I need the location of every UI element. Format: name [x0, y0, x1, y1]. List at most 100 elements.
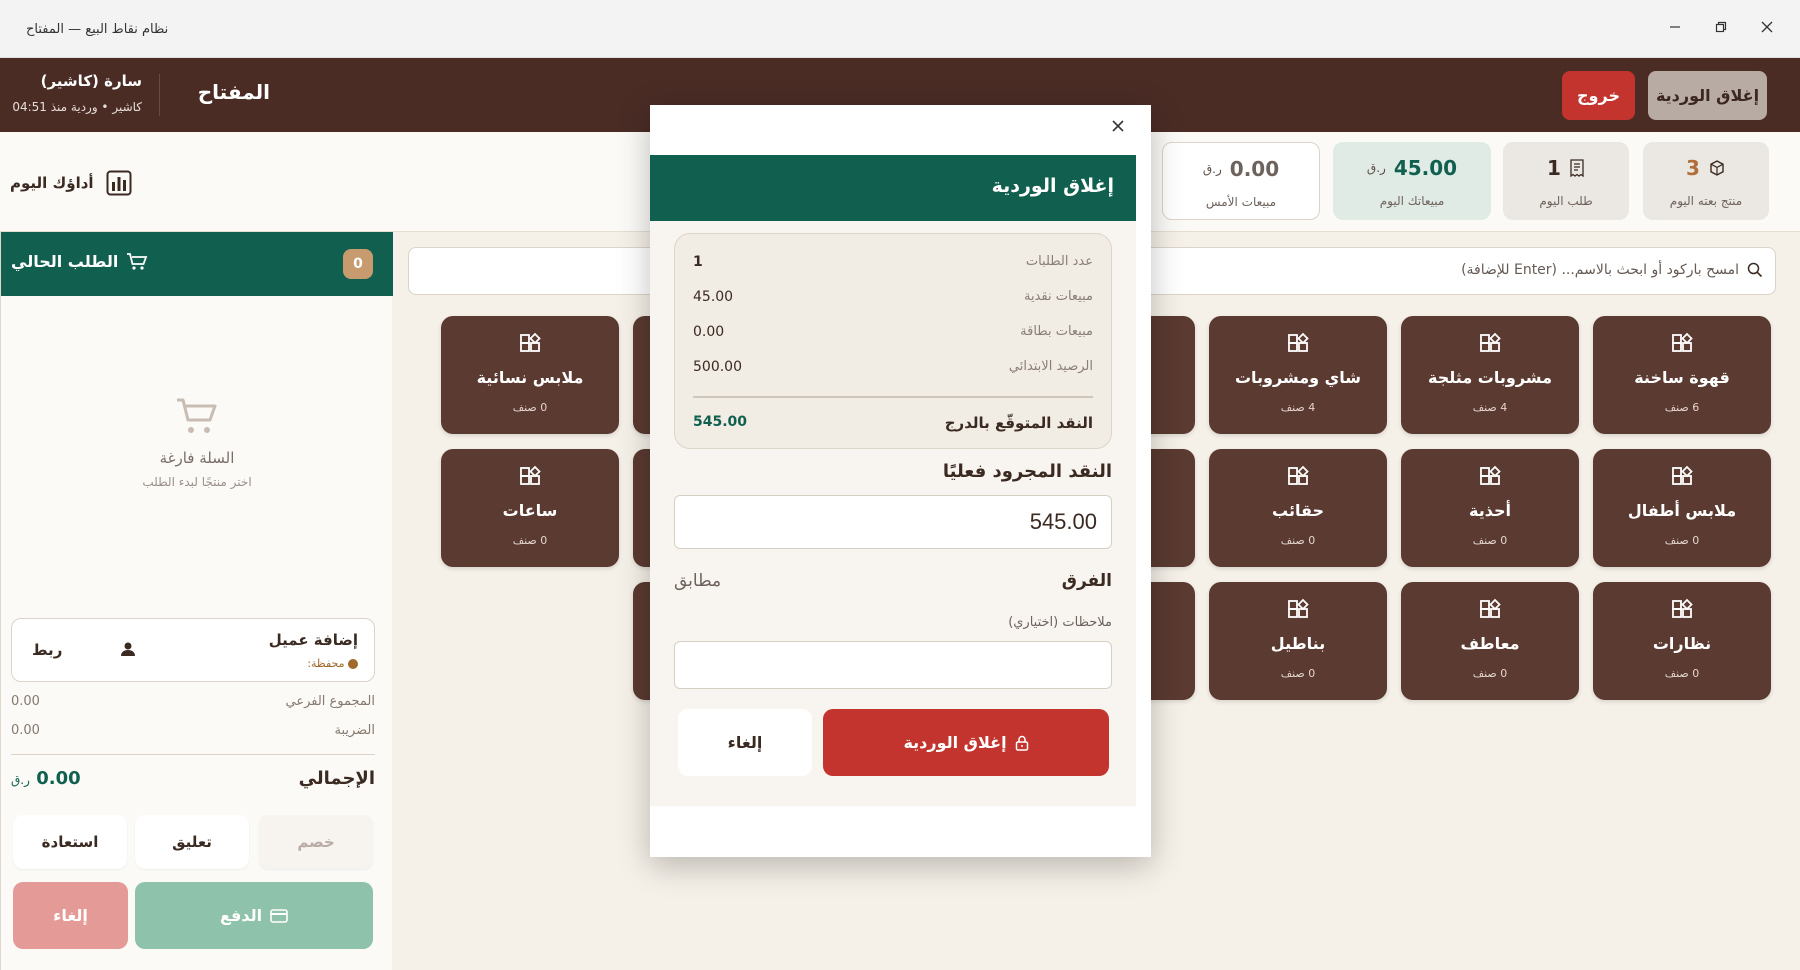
category-tile[interactable]: ملابس أطفال 0 صنف — [1593, 449, 1771, 567]
total-row: الإجمالي 0.00 ر.ق — [11, 768, 375, 789]
grid-icon — [1286, 598, 1310, 622]
stat-orders-today: 1 طلب اليوم — [1503, 142, 1629, 220]
order-panel: 0 الطلب الحالي السلة فارغة اختر منتجًا ل… — [0, 232, 393, 970]
currency-unit: ر.ق — [1366, 161, 1386, 175]
grid-icon — [1286, 332, 1310, 356]
category-count: 0 صنف — [512, 401, 548, 414]
close-shift-button[interactable]: إغلاق الوردية — [1648, 71, 1767, 120]
category-name: شاي ومشروبات — [1234, 368, 1362, 387]
category-name: ساعات — [502, 501, 558, 520]
grid-icon — [1670, 465, 1694, 489]
category-name: حقائب — [1272, 501, 1324, 520]
confirm-close-shift-button[interactable]: إغلاق الوردية — [823, 709, 1109, 776]
stat-sales-yesterday-label: مبيعات الأمس — [1205, 195, 1277, 209]
category-count: 0 صنف — [1280, 667, 1316, 680]
discount-button[interactable]: خصم — [259, 815, 373, 869]
category-tile[interactable]: أحذية 0 صنف — [1401, 449, 1579, 567]
header-divider — [159, 74, 160, 116]
category-tile[interactable]: قهوة ساخنة 6 صنف — [1593, 316, 1771, 434]
user-shift-meta: كاشير • وردية منذ 04:51 — [12, 100, 142, 114]
difference-row: الفرق مطابق — [674, 571, 1112, 591]
notes-input[interactable] — [674, 641, 1112, 689]
summary-opening-label: الرصيد الابتدائي — [1008, 359, 1093, 374]
grid-icon — [1478, 332, 1502, 356]
stat-sales-yesterday-value: 0.00 — [1229, 157, 1280, 181]
logout-button[interactable]: خروج — [1562, 71, 1635, 120]
category-count: 0 صنف — [1472, 534, 1508, 547]
lock-icon — [1015, 735, 1029, 751]
wallet-label: محفظة: — [212, 657, 358, 670]
category-count: 6 صنف — [1664, 401, 1700, 414]
notes-label: ملاحظات (اختياري) — [1008, 615, 1112, 630]
dialog-body: عدد الطلبات 1 مبيعات نقدية 45.00 مبيعات … — [650, 221, 1136, 806]
minimize-icon[interactable] — [1662, 14, 1688, 40]
dialog-close-icon[interactable] — [1103, 111, 1133, 141]
dialog-cancel-button[interactable]: إلغاء — [678, 709, 812, 776]
category-tile[interactable]: بناطيل 0 صنف — [1209, 582, 1387, 700]
category-name: أحذية — [1469, 501, 1511, 520]
user-name: سارة (كاشير) — [40, 72, 142, 90]
person-icon — [120, 641, 136, 657]
card-icon — [270, 908, 288, 923]
grid-icon — [1478, 598, 1502, 622]
category-tile[interactable]: ملابس نسائية 0 صنف — [441, 316, 619, 434]
summary-expected-label: النقد المتوقّع بالدرج — [944, 414, 1093, 432]
window-titlebar: نظام نقاط البيع — المفتاح — [0, 0, 1800, 58]
order-header: 0 الطلب الحالي — [1, 232, 393, 296]
receipt-icon — [1569, 159, 1585, 177]
cancel-order-button[interactable]: إلغاء — [13, 882, 128, 949]
category-count: 0 صنف — [1280, 534, 1316, 547]
category-count: 4 صنف — [1280, 401, 1316, 414]
summary-card-row: مبيعات بطاقة 0.00 — [693, 324, 1093, 340]
summary-opening-row: الرصيد الابتدائي 500.00 — [693, 359, 1093, 375]
order-title-text: الطلب الحالي — [11, 252, 119, 271]
summary-orders-row: عدد الطلبات 1 — [693, 254, 1093, 270]
summary-cash-label: مبيعات نقدية — [1023, 289, 1093, 304]
category-name: معاطف — [1460, 634, 1520, 653]
order-item-count: 0 — [343, 249, 373, 279]
counted-cash-input[interactable] — [674, 495, 1112, 549]
summary-expected-row: النقد المتوقّع بالدرج 545.00 — [693, 414, 1093, 432]
category-count: 0 صنف — [1472, 667, 1508, 680]
category-tile[interactable]: نظارات 0 صنف — [1593, 582, 1771, 700]
summary-orders-value: 1 — [693, 254, 703, 270]
search-placeholder: امسح باركود أو ابحث بالاسم... (Enter للإ… — [1461, 262, 1739, 278]
summary-orders-label: عدد الطلبات — [1025, 254, 1093, 269]
stat-orders-label: طلب اليوم — [1539, 194, 1593, 208]
customer-box[interactable]: إضافة عميل محفظة: ربط — [11, 618, 375, 682]
hold-button[interactable]: تعليق — [135, 815, 249, 869]
order-title: الطلب الحالي — [11, 252, 148, 271]
category-tile[interactable]: حقائب 0 صنف — [1209, 449, 1387, 567]
stat-sales-today: 45.00 ر.ق مبيعاتك اليوم — [1333, 142, 1491, 220]
category-tile[interactable]: مشروبات مثلجة 4 صنف — [1401, 316, 1579, 434]
wallet-text: محفظة: — [307, 657, 345, 670]
currency-unit: ر.ق — [1202, 162, 1222, 176]
window-title: نظام نقاط البيع — المفتاح — [26, 22, 169, 37]
pay-button[interactable]: الدفع — [135, 882, 373, 949]
empty-cart-icon — [1, 397, 393, 437]
box-icon — [1708, 159, 1726, 177]
grid-icon — [1670, 332, 1694, 356]
category-count: 0 صنف — [1664, 534, 1700, 547]
category-tile[interactable]: معاطف 0 صنف — [1401, 582, 1579, 700]
link-customer-button[interactable]: ربط — [32, 641, 62, 659]
close-icon[interactable] — [1754, 14, 1780, 40]
add-customer-label[interactable]: إضافة عميل — [178, 631, 358, 649]
stat-sales-today-label: مبيعاتك اليوم — [1379, 194, 1445, 208]
category-count: 0 صنف — [512, 534, 548, 547]
totals-divider — [11, 754, 375, 755]
empty-cart-hint: اختر منتجًا لبدء الطلب — [142, 475, 252, 489]
summary-card-label: مبيعات بطاقة — [1020, 324, 1093, 339]
category-name: بناطيل — [1270, 634, 1326, 653]
grid-icon — [1670, 598, 1694, 622]
grid-icon — [1286, 465, 1310, 489]
performance-link[interactable]: أداؤك اليوم — [10, 170, 132, 196]
category-tile[interactable]: شاي ومشروبات 4 صنف — [1209, 316, 1387, 434]
restore-button[interactable]: استعادة — [13, 815, 127, 869]
category-tile[interactable]: ساعات 0 صنف — [441, 449, 619, 567]
pay-label: الدفع — [219, 906, 263, 925]
category-name: مشروبات مثلجة — [1428, 368, 1552, 387]
tax-value: 0.00 — [11, 723, 40, 738]
dialog-title: إغلاق الوردية — [991, 175, 1114, 197]
restore-icon[interactable] — [1708, 14, 1734, 40]
